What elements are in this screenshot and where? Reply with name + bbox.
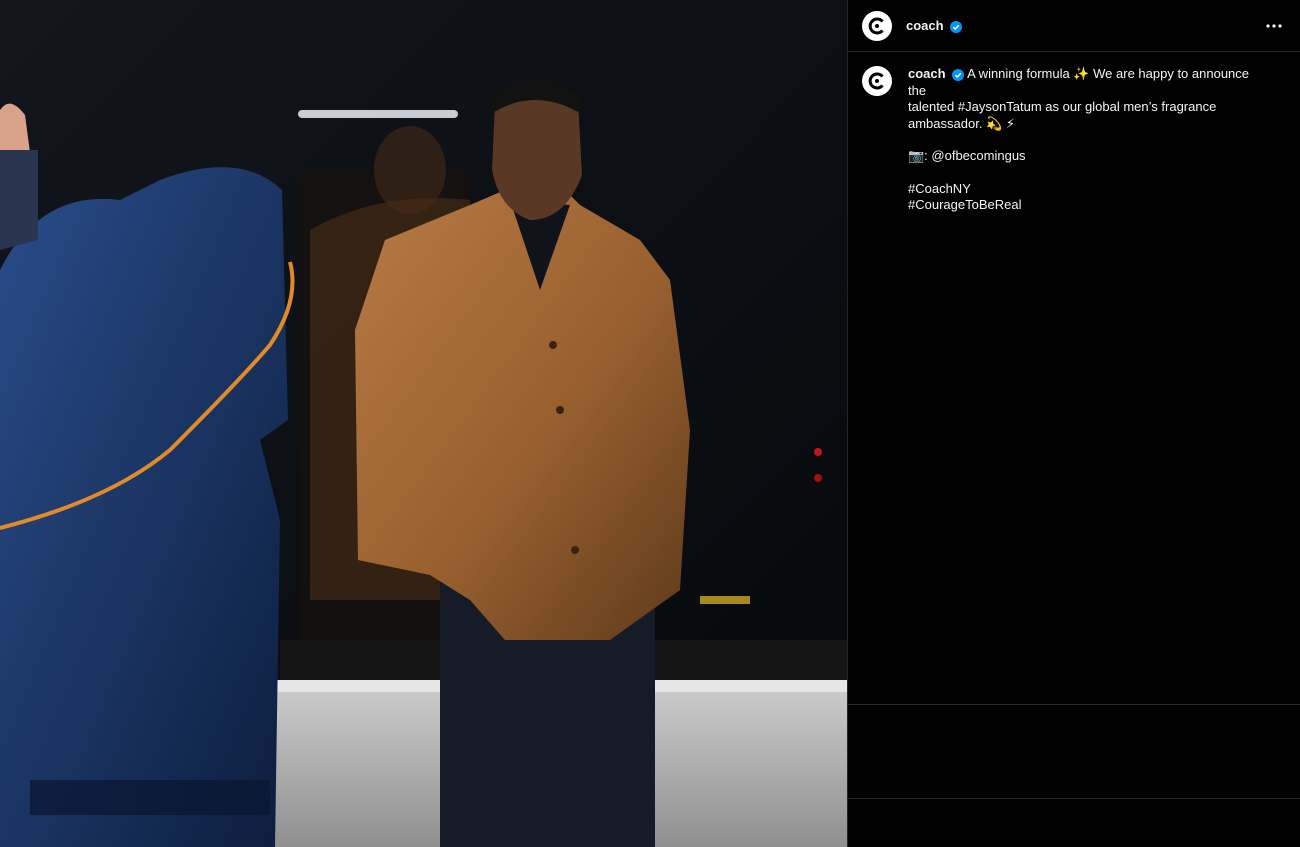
caption-text: coach A winning formula ✨ We are happy t… <box>908 66 1268 214</box>
caption-line-1: coach A winning formula ✨ We are happy t… <box>908 66 1268 99</box>
coach-logo-icon <box>868 72 884 90</box>
post-details-pane: coach coach A winning formula ✨ We are h… <box>847 0 1300 847</box>
more-options-button[interactable] <box>1262 14 1286 38</box>
coach-logo-icon <box>868 17 884 34</box>
hashtag-coachny[interactable]: #CoachNY <box>908 181 1268 198</box>
post-photo-image <box>0 0 847 847</box>
caption-text-line2: talented #JaysonTatum as our global men’… <box>908 99 1217 114</box>
caption-username[interactable]: coach <box>908 66 946 81</box>
more-options-icon <box>1266 23 1282 28</box>
verified-badge-icon <box>952 68 965 81</box>
caption-block: coach A winning formula ✨ We are happy t… <box>848 52 1300 214</box>
caption-text-line3: ambassador. 💫 ⚡ <box>908 115 1015 131</box>
header-username[interactable]: coach <box>906 18 963 33</box>
hashtag-couragetobereal[interactable]: #CourageToBeReal <box>908 197 1268 214</box>
post-photo[interactable] <box>0 0 847 847</box>
photo-credit[interactable]: 📷: @ofbecomingus <box>908 148 1268 165</box>
actions-divider <box>848 704 1300 705</box>
header-username-text[interactable]: coach <box>906 18 944 33</box>
caption-avatar[interactable] <box>862 66 892 96</box>
post-header: coach <box>848 0 1300 52</box>
verified-badge-icon <box>950 20 963 33</box>
comment-divider <box>848 798 1300 799</box>
header-avatar[interactable] <box>862 10 892 41</box>
